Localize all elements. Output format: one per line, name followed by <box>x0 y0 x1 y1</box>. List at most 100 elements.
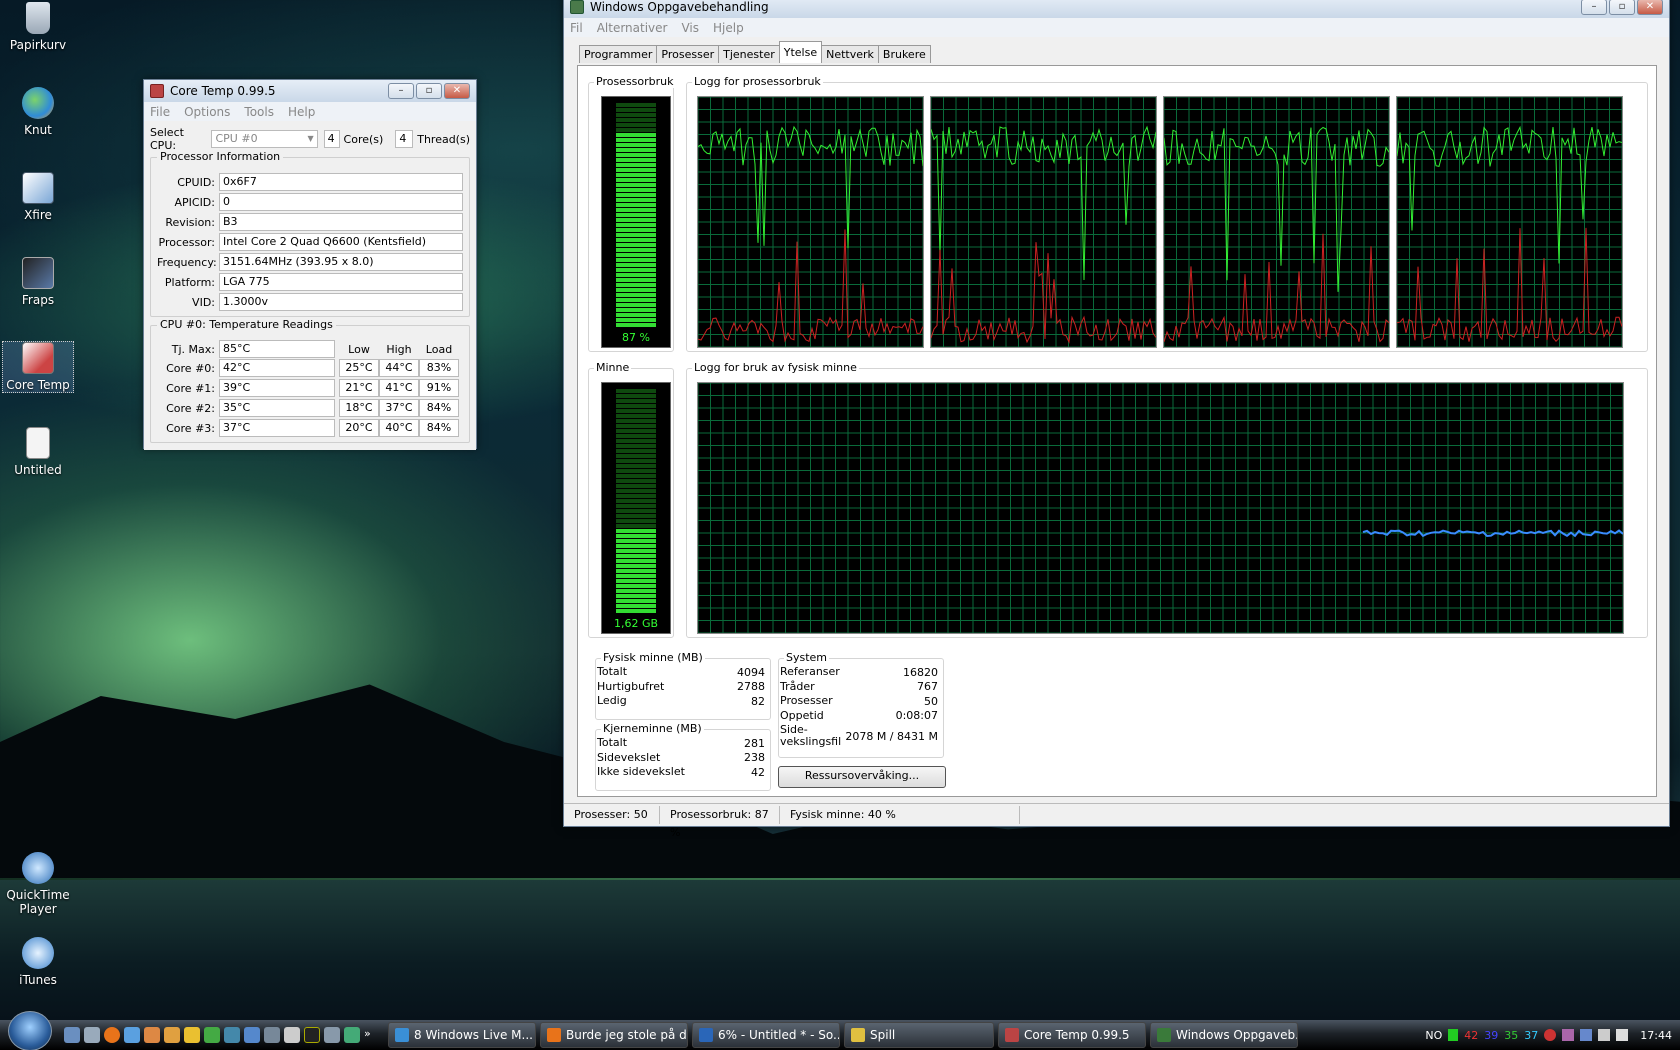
info-value: Intel Core 2 Quad Q6600 (Kentsfield) <box>219 233 463 251</box>
desktop-icon-recycle-bin[interactable]: Papirkurv <box>2 2 74 52</box>
minimize-button[interactable]: – <box>1581 0 1607 15</box>
task-manager-window[interactable]: Windows Oppgavebehandling – ▫ ✕ Fil Alte… <box>563 0 1670 839</box>
menu-hjelp[interactable]: Hjelp <box>713 21 744 35</box>
menu-alternativer[interactable]: Alternativer <box>597 21 668 35</box>
tray-temp-core3[interactable]: 37 <box>1524 1029 1538 1042</box>
firefox-icon[interactable] <box>104 1027 120 1043</box>
maximize-button[interactable]: ▫ <box>416 83 442 99</box>
stat-key: Hurtigbufret <box>597 679 665 693</box>
task-buttons: 8 Windows Live M... Burde jeg stole på d.… <box>384 1022 1298 1048</box>
tab-nettverk[interactable]: Nettverk <box>821 45 879 63</box>
meter-segment <box>616 524 656 528</box>
meter-segment <box>616 479 656 483</box>
stat-row: Sidevekslet 238 <box>597 751 765 766</box>
tray-temp-core2[interactable]: 35 <box>1504 1029 1518 1042</box>
desktop-icon-untitled[interactable]: Untitled <box>2 427 74 477</box>
tab-tjenester[interactable]: Tjenester <box>718 45 780 63</box>
stat-row: Tråder 767 <box>780 680 938 695</box>
show-desktop-icon[interactable] <box>64 1027 80 1043</box>
stat-value: 2788 <box>737 680 765 694</box>
meter-segment <box>616 273 656 277</box>
tab-programmer[interactable]: Programmer <box>579 45 658 63</box>
menu-help[interactable]: Help <box>288 105 315 119</box>
fraps-icon[interactable] <box>304 1027 320 1043</box>
tab-prosesser[interactable]: Prosesser <box>656 45 720 63</box>
network-icon[interactable] <box>224 1027 240 1043</box>
cores-count: 4 <box>323 130 340 148</box>
desktop-icon-core-temp[interactable]: Core Temp <box>2 341 74 393</box>
desktop-icon-label: QuickTime Player <box>6 888 70 916</box>
menu-fil[interactable]: Fil <box>570 21 583 35</box>
close-button[interactable]: ✕ <box>444 83 470 99</box>
tray-shield-icon[interactable] <box>1544 1029 1557 1041</box>
tab-brukere[interactable]: Brukere <box>877 45 931 63</box>
core-low: 25°C <box>339 359 379 377</box>
meter-segment <box>616 564 656 568</box>
app-icon[interactable] <box>264 1027 280 1043</box>
taskbar: » 8 Windows Live M... Burde jeg stole på … <box>0 1011 1680 1050</box>
tray-temp-core1[interactable]: 39 <box>1484 1029 1498 1042</box>
hotkey-icon[interactable] <box>204 1027 220 1043</box>
monitor-icon[interactable] <box>124 1027 140 1043</box>
taskbar-button[interactable]: Windows Oppgaveb... <box>1150 1022 1298 1048</box>
menu-vis[interactable]: Vis <box>681 21 699 35</box>
clock[interactable]: 17:44 <box>1640 1029 1672 1042</box>
meter-segment <box>616 579 656 583</box>
media-icon[interactable] <box>184 1027 200 1043</box>
taskbar-button[interactable]: 6% - Untitled * - So... <box>692 1022 840 1048</box>
fraps-icon <box>22 257 54 289</box>
taskbar-button[interactable]: 8 Windows Live M... <box>388 1022 536 1048</box>
core-load: 83% <box>419 359 459 377</box>
app-icon[interactable] <box>324 1027 340 1043</box>
chevron-right-icon[interactable]: » <box>364 1027 374 1043</box>
tray-app-icon[interactable] <box>1562 1029 1575 1041</box>
stat-key: Prosesser <box>780 694 833 708</box>
meter-segment <box>616 594 656 598</box>
app-icon[interactable] <box>244 1027 260 1043</box>
meter-segment <box>616 103 656 107</box>
volume-icon[interactable] <box>1616 1029 1629 1041</box>
kernel-memory-stats: Totalt 281 Sidevekslet 238 Ikke sidevekslet 4… <box>597 736 765 780</box>
menu-tools[interactable]: Tools <box>244 105 274 119</box>
minimize-button[interactable]: – <box>388 83 414 99</box>
tray-app-icon[interactable] <box>1580 1029 1593 1041</box>
menu-options[interactable]: Options <box>184 105 230 119</box>
tray-status-icon[interactable] <box>1448 1029 1459 1041</box>
tray-temp-core0[interactable]: 42 <box>1464 1029 1478 1042</box>
app-icon[interactable] <box>344 1027 360 1043</box>
desktop-icon-itunes[interactable]: iTunes <box>2 937 74 987</box>
menu-file[interactable]: File <box>150 105 170 119</box>
taskbar-button[interactable]: Spill <box>844 1022 994 1048</box>
meter-segment <box>616 318 656 322</box>
itunes-icon[interactable] <box>84 1027 100 1043</box>
language-indicator[interactable]: NO <box>1425 1029 1442 1042</box>
close-button[interactable]: ✕ <box>1637 0 1663 15</box>
settings-icon[interactable] <box>164 1027 180 1043</box>
meter-segment <box>616 499 656 503</box>
task-manager-titlebar[interactable]: Windows Oppgavebehandling – ▫ ✕ <box>564 0 1669 18</box>
desktop-icon-fraps[interactable]: Fraps <box>2 257 74 307</box>
resource-monitor-button[interactable]: Ressursovervåking... <box>778 766 946 788</box>
game-icon[interactable] <box>144 1027 160 1043</box>
taskbar-app-icon <box>699 1028 713 1042</box>
cpu-select[interactable]: CPU #0 ▼ <box>211 130 318 148</box>
maximize-button[interactable]: ▫ <box>1609 0 1635 15</box>
start-button[interactable] <box>8 1011 52 1050</box>
cpu-select-value: CPU #0 <box>215 132 258 145</box>
taskbar-button[interactable]: Core Temp 0.99.5 <box>998 1022 1146 1048</box>
network-icon[interactable] <box>1598 1029 1611 1041</box>
stat-value: 50 <box>924 694 938 708</box>
core-temp-window[interactable]: Core Temp 0.99.5 – ▫ ✕ File Options Tool… <box>143 79 477 450</box>
desktop-icon-quicktime[interactable]: QuickTime Player <box>2 852 74 916</box>
meter-segment <box>616 298 656 302</box>
meter-segment <box>616 599 656 603</box>
info-label: Frequency: <box>157 255 217 269</box>
desktop-icon-xfire[interactable]: Xfire <box>2 172 74 222</box>
app-icon[interactable] <box>284 1027 300 1043</box>
tab-ytelse[interactable]: Ytelse <box>778 41 823 63</box>
desktop-icon-knut[interactable]: Knut <box>2 87 74 137</box>
taskbar-button[interactable]: Burde jeg stole på d... <box>540 1022 688 1048</box>
core-low: 20°C <box>339 419 379 437</box>
core-temp-titlebar[interactable]: Core Temp 0.99.5 – ▫ ✕ <box>144 80 476 102</box>
meter-segment <box>616 539 656 543</box>
